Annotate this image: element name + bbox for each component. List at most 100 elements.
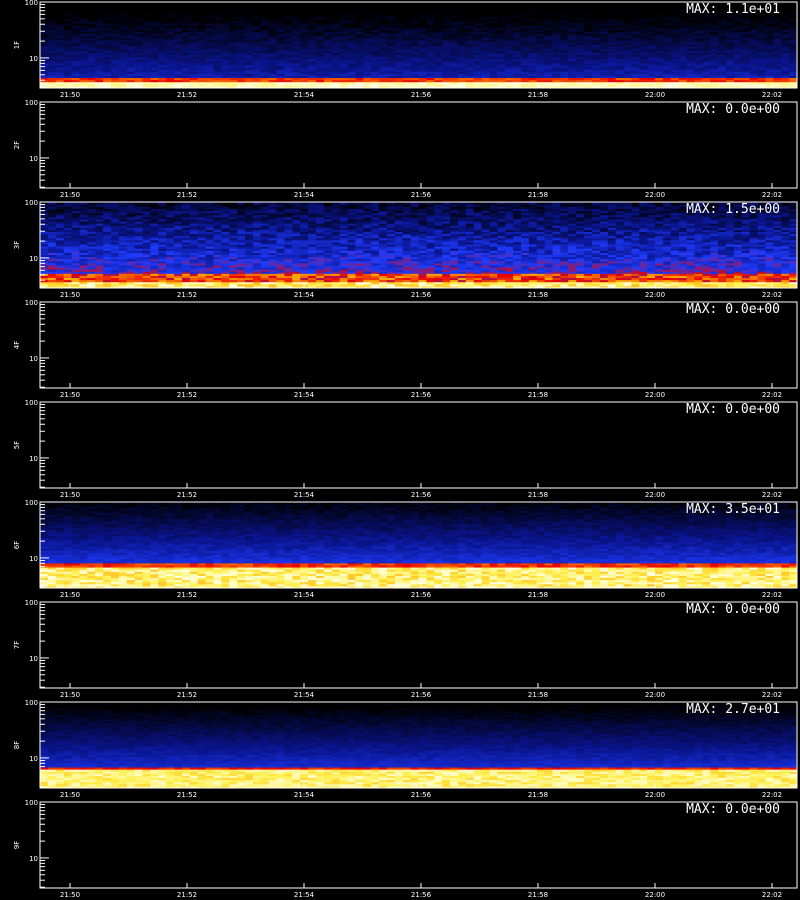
heat-cell [647, 16, 656, 20]
heat-cell [347, 25, 356, 28]
heat-cell [670, 14, 680, 18]
heat-cell [181, 202, 191, 205]
heat-cell [489, 21, 498, 24]
heat-cell [252, 21, 262, 24]
heat-cell [87, 21, 96, 24]
y-tick-label: 10 [29, 55, 38, 63]
heat-cell [221, 10, 230, 14]
spectrogram-panel: 100 10 21:50 21:52 21:54 21:56 21:58 22:00 22:02… [0, 100, 800, 200]
max-value-label: MAX: 1.1e+01 [686, 2, 780, 17]
heat-cell [315, 25, 325, 28]
heat-cell [174, 10, 183, 14]
heat-cell [245, 202, 254, 205]
heat-cell [339, 202, 349, 205]
heat-cell [662, 23, 672, 26]
heat-cell [402, 10, 412, 14]
x-tick-label: 21:56 [411, 91, 432, 99]
heat-cell [544, 12, 554, 16]
heat-cell [71, 14, 80, 18]
heat-cell [339, 18, 349, 22]
heat-cell [615, 12, 625, 16]
heat-cell [331, 16, 341, 20]
heat-cell [197, 12, 207, 16]
heat-cell [87, 12, 96, 16]
heat-cell [284, 16, 293, 20]
heat-cell [189, 14, 199, 18]
heat-cell [379, 14, 388, 18]
x-tick-label: 21:50 [60, 191, 80, 199]
heat-cell [315, 202, 325, 205]
heat-cell [213, 10, 222, 14]
panel-svg: 1001021:50 21:52 21:54 21:56 21:58 22:00 22:02… [13, 100, 798, 199]
heat-cell [442, 16, 451, 20]
heat-cell [237, 202, 246, 205]
heat-cell [536, 10, 546, 14]
heat-cell [694, 25, 703, 28]
heat-cell [197, 23, 207, 26]
heat-cell [308, 23, 317, 26]
heat-cell [189, 8, 199, 12]
heat-cell [781, 21, 790, 24]
heat-cell [174, 202, 183, 205]
heat-cell [718, 18, 727, 22]
heat-cell [79, 18, 88, 22]
heat-cell [252, 202, 262, 205]
heat-cell [339, 12, 349, 16]
heat-cell [528, 25, 538, 28]
heat-cell [450, 21, 459, 24]
heat-cell [126, 14, 136, 18]
heat-cell [103, 23, 112, 26]
heat-cell [331, 21, 341, 24]
heat-cell [584, 18, 593, 22]
heat-cell [71, 25, 80, 28]
heat-cell [497, 18, 506, 22]
heat-cell [576, 14, 585, 18]
heat-cell [623, 10, 632, 14]
y-tick-label: 100 [25, 100, 38, 107]
heat-cell [118, 12, 128, 16]
heat-cell [599, 21, 609, 24]
heat-cell [410, 18, 419, 22]
heat-cell [292, 14, 301, 18]
heat-cell [308, 16, 317, 20]
heat-cell [323, 10, 333, 14]
heat-cell [268, 202, 278, 205]
heat-cell [205, 202, 214, 205]
heat-cell [686, 16, 695, 20]
x-tick-label: 21:56 [411, 191, 432, 199]
heat-cell [576, 23, 585, 26]
heat-cell [308, 202, 317, 205]
x-tick-label: 22:00 [645, 91, 665, 99]
heat-cell [355, 21, 364, 24]
heat-cell [662, 16, 672, 20]
heat-cell [189, 202, 199, 205]
heat-cell [158, 202, 167, 205]
spectrogram-stack: 100 10 21:50 21:52 21:54 21:56 21:58 22:00 22:02… [0, 0, 800, 900]
heat-cell [741, 18, 751, 22]
max-value-label: MAX: 0.0e+00 [686, 102, 780, 117]
heat-cell [323, 202, 333, 205]
heat-cell [308, 6, 317, 9]
heat-cell [655, 12, 664, 16]
heat-cell [726, 21, 735, 24]
heat-cell [47, 10, 57, 14]
heat-cell [276, 12, 285, 16]
heat-cell [521, 12, 530, 16]
heat-cell [110, 202, 120, 205]
heat-cell [142, 12, 151, 16]
heat-cell [544, 18, 554, 22]
heatmap-cells [40, 6, 798, 89]
heat-cell [63, 18, 73, 22]
heat-cell [631, 14, 640, 18]
heat-cell [560, 18, 569, 22]
heat-cell [552, 12, 561, 16]
heat-cell [355, 14, 364, 18]
heat-cell [166, 202, 175, 205]
heat-cell [781, 12, 790, 16]
heat-cell [363, 18, 372, 22]
heat-cell [268, 16, 278, 20]
plot-frame [39, 101, 798, 189]
heat-cell [584, 12, 593, 16]
heat-cell [749, 21, 759, 24]
heat-cell [276, 18, 285, 22]
